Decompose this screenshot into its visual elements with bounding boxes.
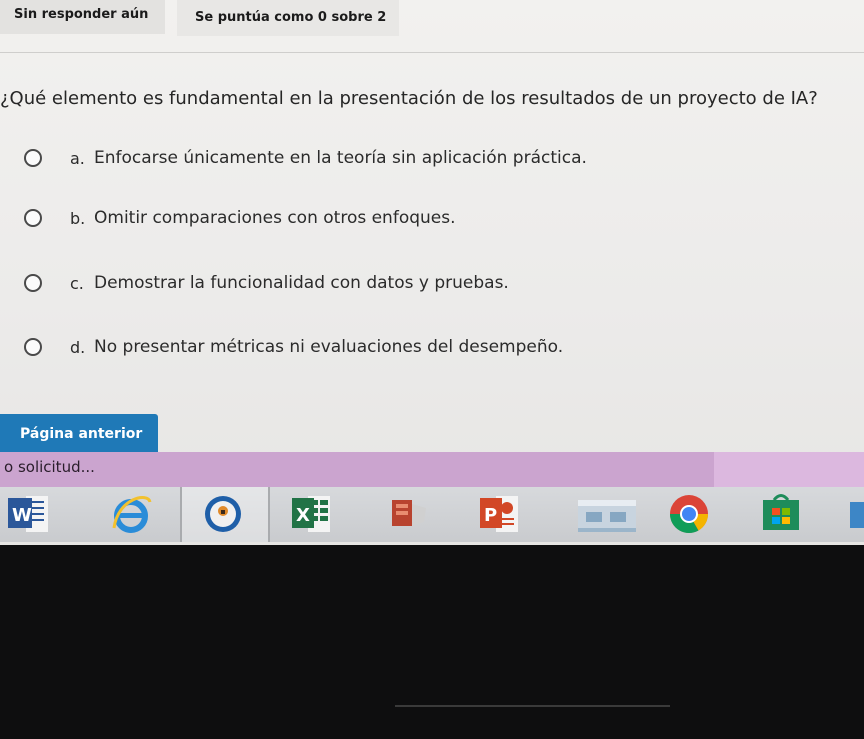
chrome-icon[interactable]	[666, 492, 712, 536]
option-c[interactable]: c. Demostrar la funcionalidad con datos …	[24, 270, 844, 296]
taskbar: W X P	[0, 487, 864, 542]
internet-explorer-icon[interactable]	[108, 492, 154, 536]
option-letter: b.	[70, 208, 86, 228]
radio-button[interactable]	[24, 274, 42, 292]
previous-page-button[interactable]: Página anterior	[0, 414, 158, 454]
option-text: Enfocarse únicamente en la teoría sin ap…	[94, 148, 587, 168]
option-b[interactable]: b. Omitir comparaciones con otros enfoqu…	[24, 205, 844, 231]
partial-app-icon[interactable]	[846, 492, 864, 536]
score-label: Se puntúa como 0 sobre 2	[195, 10, 387, 25]
divider	[0, 52, 864, 53]
powerpoint-icon[interactable]: P	[478, 492, 524, 536]
option-a[interactable]: a. Enfocarse únicamente en la teoría sin…	[24, 145, 844, 171]
score-badge: Se puntúa como 0 sobre 2	[177, 0, 399, 36]
option-d[interactable]: d. No presentar métricas ni evaluaciones…	[24, 334, 844, 360]
browser-status-tab[interactable]: o solicitud...	[0, 452, 714, 487]
radio-button[interactable]	[24, 338, 42, 356]
option-letter: a.	[70, 148, 85, 168]
network-folder-icon[interactable]	[574, 492, 640, 536]
question-status-bar: Sin responder aún Se puntúa como 0 sobre…	[0, 0, 864, 38]
photos-icon[interactable]	[200, 492, 246, 536]
quiz-page: Sin responder aún Se puntúa como 0 sobre…	[0, 0, 864, 545]
option-text: Omitir comparaciones con otros enfoques.	[94, 208, 456, 228]
monitor-bezel-reflection	[395, 705, 670, 707]
browser-status-text: o solicitud...	[4, 458, 95, 476]
option-letter: c.	[70, 273, 84, 293]
svg-text:X: X	[296, 505, 310, 526]
radio-button[interactable]	[24, 209, 42, 227]
question-text: ¿Qué elemento es fundamental en la prese…	[0, 88, 818, 109]
unanswered-label: Sin responder aún	[14, 7, 149, 22]
unanswered-badge: Sin responder aún	[0, 0, 165, 34]
option-text: Demostrar la funcionalidad con datos y p…	[94, 273, 509, 293]
word-icon[interactable]: W	[6, 492, 52, 536]
svg-text:W: W	[12, 505, 32, 526]
radio-button[interactable]	[24, 149, 42, 167]
svg-text:P: P	[484, 505, 497, 526]
sway-icon[interactable]	[386, 492, 432, 536]
option-letter: d.	[70, 337, 86, 357]
store-icon[interactable]	[758, 492, 804, 536]
excel-icon[interactable]: X	[290, 492, 336, 536]
option-text: No presentar métricas ni evaluaciones de…	[94, 337, 564, 357]
